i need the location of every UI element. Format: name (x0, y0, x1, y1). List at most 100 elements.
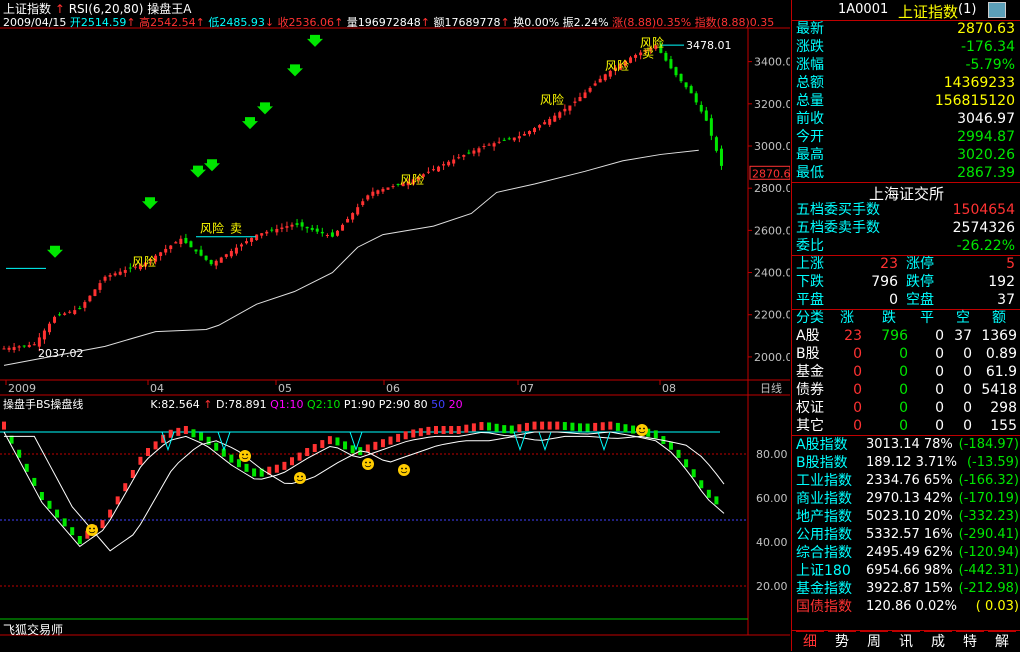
stock-suffix: (1) (958, 2, 977, 17)
category-row[interactable]: 基金 0 0 0 0 61.9 (792, 363, 1020, 381)
bs-bar (297, 452, 302, 461)
candle (98, 283, 102, 290)
candle (492, 143, 496, 147)
bs-bar (153, 441, 158, 450)
tab-2[interactable]: 周 (860, 631, 888, 652)
tab-0[interactable]: 细 (796, 631, 824, 652)
bs-bar (555, 421, 560, 430)
category-row[interactable]: 债券 0 0 0 0 5418 (792, 381, 1020, 399)
bs-bar (540, 421, 545, 430)
bs-bar (593, 422, 598, 431)
bs-bar (562, 422, 567, 431)
bs-bar (418, 428, 423, 437)
candle (68, 311, 72, 313)
index-row[interactable]: 商业指数 2970.13 42% (-170.19) (792, 490, 1020, 508)
candle (684, 82, 688, 88)
category-row[interactable]: A股 23 796 0 37 1369 (792, 327, 1020, 345)
level-80: 80 (413, 398, 428, 411)
tab-3[interactable]: 讯 (892, 631, 920, 652)
date-label: 05 (278, 382, 292, 395)
window-icon[interactable] (988, 2, 1006, 18)
category-row[interactable]: 权证 0 0 0 0 298 (792, 399, 1020, 417)
candle (118, 271, 122, 275)
index-value: 5023.10 20% (866, 509, 953, 524)
tab-6[interactable]: 解 (988, 631, 1016, 652)
index-row[interactable]: 基金指数 3922.87 15% (-212.98) (792, 580, 1020, 598)
index-row[interactable]: B股指数 189.12 3.71% (-13.59) (792, 454, 1020, 472)
candle (487, 144, 491, 146)
sub-indicator-name[interactable]: 操盘手BS操盘线 (3, 398, 83, 411)
candle (58, 314, 62, 316)
category-header: 分类涨 跌 平 空 额 (792, 309, 1020, 327)
index-list: A股指数 3013.14 78% (-184.97) B股指数 189.12 3.71%… (792, 436, 1020, 618)
quote-row: 总额 14369233 (792, 74, 1020, 92)
bs-bar (305, 448, 310, 456)
index-value: 2495.49 62% (866, 545, 953, 560)
bs-bar (335, 437, 340, 446)
quote-rows: 最新 2870.63 涨跌 -176.34 涨幅 -5.79% 总额 14369233 总量 15… (792, 20, 1020, 182)
candle (37, 337, 41, 347)
tab-5[interactable]: 特 (956, 631, 984, 652)
stock-title: 上证指数 (898, 3, 959, 21)
candle (442, 164, 446, 166)
index-row[interactable]: A股指数 3013.14 78% (-184.97) (792, 436, 1020, 454)
bs-bar (199, 432, 204, 441)
quote-value: -5.79% (965, 57, 1015, 73)
index-row[interactable]: 上证180 6954.66 98% (-442.31) (792, 562, 1020, 580)
category-cell: 0 (935, 364, 944, 380)
category-row[interactable]: B股 0 0 0 0 0.89 (792, 345, 1020, 363)
quote-value: 2867.39 (957, 165, 1015, 181)
q1-value: Q1:10 (270, 398, 304, 411)
index-name: A股指数 (796, 437, 848, 453)
tab-1[interactable]: 势 (828, 631, 856, 652)
candle (250, 237, 254, 242)
index-row[interactable]: 综合指数 2495.49 62% (-120.94) (792, 544, 1020, 562)
bs-bar (570, 422, 575, 431)
bs-bar (274, 464, 279, 473)
candle (598, 78, 602, 83)
smiley-icon (362, 458, 374, 470)
candle (108, 275, 112, 277)
price-chart[interactable]: 3478.012037.02风险风险风险风险风险风险卖卖 3400.03200.… (0, 0, 790, 651)
bs-bar (449, 426, 454, 434)
category-header-cell: 空 (956, 310, 970, 326)
candle (538, 125, 542, 128)
index-row[interactable]: 国债指数 120.86 0.02% ( 0.03) (792, 598, 1020, 616)
candle (204, 255, 208, 260)
candle (512, 137, 516, 141)
category-cell: 0 (935, 328, 944, 344)
candle (573, 101, 577, 103)
index-row[interactable]: 地产指数 5023.10 20% (-332.23) (792, 508, 1020, 526)
bs-bar (547, 421, 552, 430)
candle (32, 344, 36, 346)
index-row[interactable]: 公用指数 5332.57 16% (-290.41) (792, 526, 1020, 544)
bs-bar (108, 509, 113, 518)
date-label: 06 (386, 382, 400, 395)
candle (169, 245, 173, 250)
candle (275, 228, 279, 233)
candle (426, 171, 430, 173)
category-row[interactable]: 其它 0 0 0 0 155 (792, 417, 1020, 435)
candle (447, 161, 451, 166)
candle (356, 207, 360, 215)
timeframe-label[interactable]: 日线 (760, 381, 782, 395)
risk-label: 风险 (540, 92, 564, 107)
candle (184, 237, 188, 244)
bs-bar (115, 496, 120, 505)
bs-bar (441, 426, 446, 434)
bs-bar (320, 440, 325, 449)
bs-bar (411, 429, 416, 438)
index-row[interactable]: 工业指数 2334.76 65% (-166.32) (792, 472, 1020, 490)
index-change: (-290.41) (958, 527, 1019, 542)
candle (704, 110, 708, 121)
bs-bar (380, 439, 385, 448)
candle (47, 323, 51, 333)
index-value: 2334.76 65% (866, 473, 953, 488)
index-name: 综合指数 (796, 545, 852, 561)
tab-4[interactable]: 成 (924, 631, 952, 652)
candle (634, 54, 638, 58)
candle (83, 302, 87, 308)
candle (330, 232, 334, 237)
candle (437, 166, 441, 172)
bs-bar (146, 448, 150, 456)
